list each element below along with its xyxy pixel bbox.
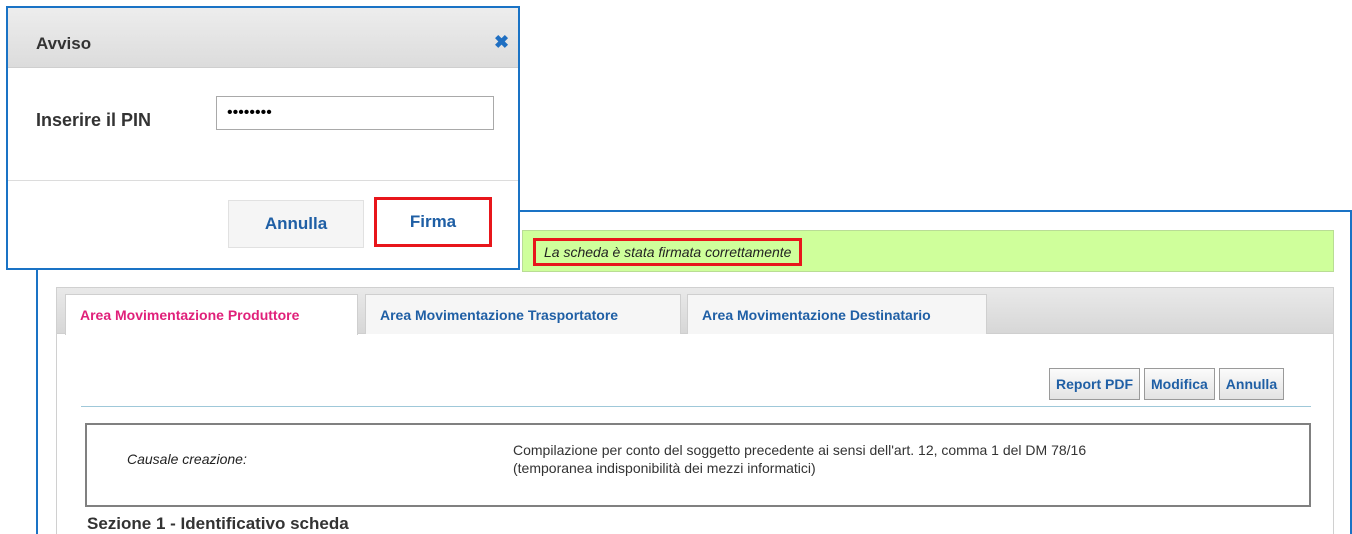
section-title: Sezione 1 - Identificativo scheda <box>87 514 349 533</box>
cancel-button[interactable]: Annulla <box>228 200 364 248</box>
tab-area-trasportatore[interactable]: Area Movimentazione Trasportatore <box>365 294 681 334</box>
pin-label: Inserire il PIN <box>36 110 152 130</box>
edit-button[interactable]: Modifica <box>1144 368 1215 400</box>
success-bar: La scheda è stata firmata correttamente <box>522 230 1334 272</box>
success-message: La scheda è stata firmata correttamente <box>533 238 803 266</box>
tab-area-destinatario[interactable]: Area Movimentazione Destinatario <box>687 294 987 334</box>
causale-value-line2: (temporanea indisponibilità dei mezzi in… <box>513 460 816 476</box>
separator <box>81 406 1311 407</box>
causale-box: Causale creazione: Compilazione per cont… <box>85 423 1311 507</box>
causale-value: Compilazione per conto del soggetto prec… <box>513 441 1273 477</box>
cancel-record-button[interactable]: Annulla <box>1218 368 1285 400</box>
dialog-header: Avviso ✖ <box>8 8 518 68</box>
causale-label: Causale creazione: <box>127 451 247 467</box>
report-pdf-button[interactable]: Report PDF <box>1049 368 1140 400</box>
action-buttons: Report PDF Modifica Annulla <box>1049 368 1285 400</box>
dialog-title: Avviso <box>36 34 92 53</box>
dialog-footer-divider <box>8 180 518 181</box>
close-icon[interactable]: ✖ <box>494 32 509 53</box>
pin-input[interactable] <box>216 96 494 130</box>
tabs-area: Area Movimentazione Produttore Area Movi… <box>56 287 1334 534</box>
sign-button[interactable]: Firma <box>374 197 492 247</box>
pin-dialog: Avviso ✖ Inserire il PIN Annulla Firma <box>6 6 520 270</box>
tab-strip: Area Movimentazione Produttore Area Movi… <box>57 288 1333 335</box>
tab-area-produttore[interactable]: Area Movimentazione Produttore <box>65 294 358 335</box>
causale-value-line1: Compilazione per conto del soggetto prec… <box>513 442 1087 458</box>
